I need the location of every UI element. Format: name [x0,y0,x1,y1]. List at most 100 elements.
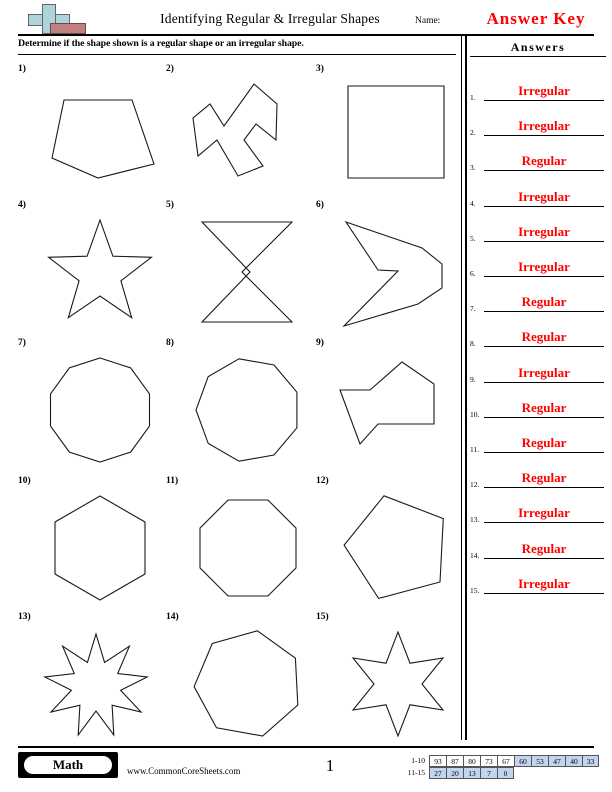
page-number: 1 [325,756,335,775]
score-cell: 40 [565,755,582,767]
answer-number: 14. [470,550,480,560]
score-cell: 80 [463,755,480,767]
problem-item: 13) [18,612,168,742]
score-cell: 7 [480,767,497,779]
problem-item: 12) [316,476,466,606]
score-cell: 47 [548,755,565,767]
shape-figure-chevron-arrow [316,202,466,330]
instructions-text: Determine if the shape shown is a regula… [18,38,304,49]
answer-value: Irregular [518,364,570,380]
score-cell-empty [565,767,582,779]
answer-row: 7. Regular [470,292,604,314]
answer-number: 1. [470,93,476,102]
shape-figure-five-point-star [18,202,168,330]
logo-red-block [50,23,86,34]
answer-number: 2. [470,128,476,138]
score-cell: 27 [429,767,446,779]
answer-value: Irregular [518,575,570,591]
score-cell-empty [531,767,548,779]
answer-value: Regular [521,294,567,310]
score-cell: 60 [514,755,531,767]
answer-row: 3. Regular [470,151,604,173]
score-cell-empty [514,767,531,779]
problem-item: 8) [166,338,316,468]
commoncoresheets-logo [20,3,90,36]
answer-row: 15. Irregular [470,574,604,595]
answer-row: 6. Irregular [470,257,604,278]
shape-figure-nine-point-star [18,614,168,742]
shape-figure-six-point-star [316,614,466,742]
answer-number: 13. [470,515,480,525]
score-cell: 33 [582,755,599,767]
answer-value: Regular [521,540,567,556]
score-row-2-label: 11-15 [407,768,425,777]
shape-figure-regular-octagon [166,478,316,606]
subject-badge: Math [18,752,118,778]
score-cell: 93 [429,755,446,767]
score-cell: 13 [463,767,480,779]
answer-value: Regular [521,153,567,169]
answer-row: 5. Irregular [470,222,604,243]
answer-number: 15. [470,585,480,595]
shape-figure-hourglass-bowtie [166,202,316,330]
problem-item: 1) [18,64,168,194]
answer-value: Irregular [518,259,570,274]
answers-heading: Answers [470,40,606,57]
answer-row: 10. Regular [470,398,604,419]
answer-number: 5. [470,233,476,243]
shape-figure-regular-decagon [18,340,168,468]
problem-item: 15) [316,612,466,742]
answer-number: 6. [470,269,476,278]
score-conversion-table: 1-10 93 87 80 73 67 60 53 47 40 33 11-15 27 20 13 7 0 [399,755,599,779]
answer-number: 8. [470,339,476,349]
answer-row: 1. Irregular [470,81,604,102]
answer-value: Regular [521,470,567,486]
problem-item: 4) [18,200,168,330]
problem-item: 5) [166,200,316,330]
instructions-divider-rule [18,54,456,55]
problem-item: 10) [18,476,168,606]
answer-number: 9. [470,374,476,384]
answer-row: 12. Regular [470,468,604,490]
answer-number: 11. [470,445,480,454]
answer-value: Irregular [518,188,570,204]
footer-divider-rule [18,746,594,748]
answer-number: 7. [470,304,476,314]
problem-item: 11) [166,476,316,606]
answer-value: Regular [521,399,567,415]
problem-item: 9) [316,338,466,468]
shape-figure-irregular-hexagon [316,340,466,468]
problem-item: 7) [18,338,168,468]
name-label: Name: [415,16,441,26]
problem-item: 2) [166,64,316,194]
answer-row: 2. Irregular [470,116,604,138]
shape-figure-regular-pentagon [316,478,466,606]
score-cell: 20 [446,767,463,779]
header-divider-rule [18,34,594,36]
answer-value: Irregular [518,83,570,98]
answer-key-stamp: Answer Key [486,9,586,28]
answer-number: 10. [470,409,480,419]
score-cell-empty [582,767,599,779]
answer-row: 8. Regular [470,327,604,349]
shape-figure-regular-heptagon [166,614,316,742]
score-row-2: 11-15 27 20 13 7 0 [399,767,599,779]
answer-value: Irregular [518,118,570,134]
page-title: Identifying Regular & Irregular Shapes [160,11,380,26]
shape-figure-irregular-zigzag-decagon [166,66,316,194]
score-row-1: 1-10 93 87 80 73 67 60 53 47 40 33 [399,755,599,767]
answer-row: 13. Irregular [470,503,604,525]
answer-row: 11. Regular [470,433,604,454]
answer-number: 3. [470,163,476,173]
answer-value: Irregular [518,505,570,521]
score-cell: 87 [446,755,463,767]
problem-item: 3) [316,64,466,194]
answer-value: Regular [521,329,567,345]
answer-number: 4. [470,198,476,208]
answer-number: 12. [470,480,480,490]
score-row-1-label: 1-10 [411,756,425,765]
score-cell-empty [548,767,565,779]
answer-value: Regular [521,435,567,450]
score-cell: 67 [497,755,514,767]
site-url: www.CommonCoreSheets.com [127,766,241,776]
